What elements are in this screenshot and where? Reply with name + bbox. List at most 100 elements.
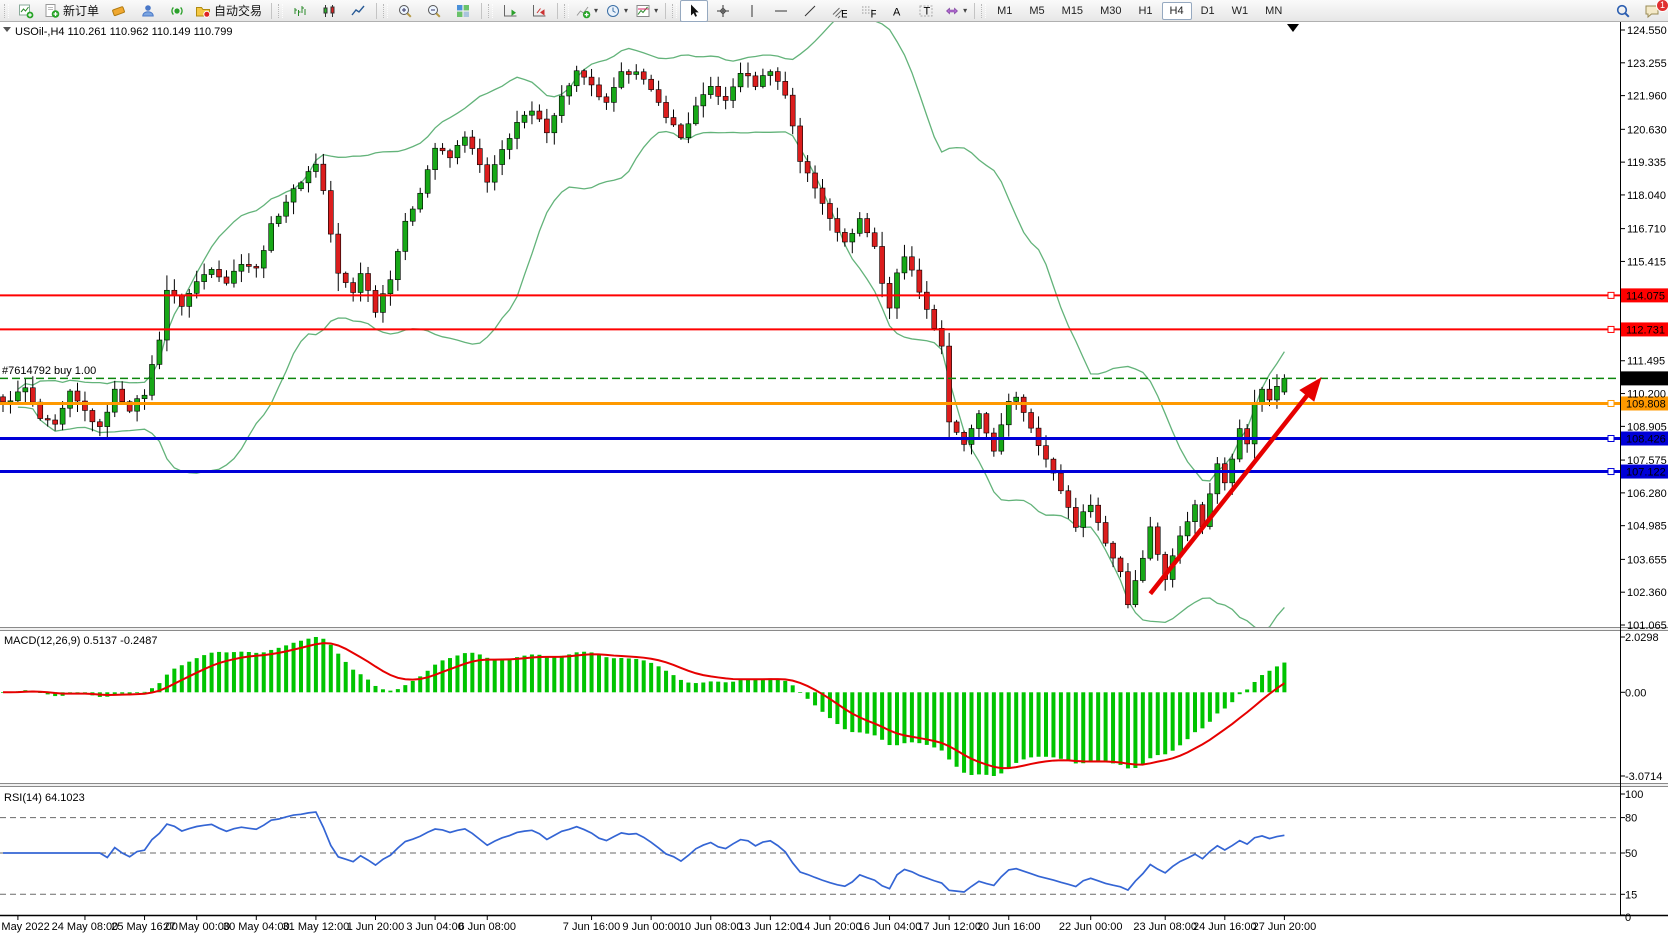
zoom-in-icon[interactable] <box>391 0 419 22</box>
time-tick-label: 3 Jun 04:00 <box>406 921 464 933</box>
time-tick-label: 27 May 00:00 <box>163 921 230 933</box>
price-chip-label: 108.426 <box>1626 434 1666 446</box>
label-icon[interactable]: T <box>912 0 940 22</box>
svg-text:T: T <box>924 5 931 17</box>
line-chart-icon <box>350 3 366 19</box>
market-watch-icon[interactable] <box>163 0 191 22</box>
toolbar-grip <box>672 4 677 18</box>
search-icon <box>1615 3 1631 19</box>
rsi-line <box>3 812 1284 892</box>
metaeditor-icon[interactable] <box>105 0 133 22</box>
timeframe-button-d1[interactable]: D1 <box>1193 2 1223 20</box>
price-tick-label: 123.255 <box>1627 58 1667 70</box>
time-tick-label: 9 Jun 00:00 <box>622 921 680 933</box>
chevron-down-icon: ▾ <box>963 7 967 15</box>
zoom-in-icon <box>397 3 413 19</box>
toolbar-separator <box>557 3 558 19</box>
time-tick-label: 31 May 12:00 <box>283 921 350 933</box>
hline-handle[interactable] <box>1608 436 1614 442</box>
svg-text:E: E <box>841 8 847 19</box>
timeframe-button-m1[interactable]: M1 <box>989 2 1020 20</box>
channel-icon[interactable]: E <box>825 0 853 22</box>
time-tick-label: 6 Jun 08:00 <box>459 921 517 933</box>
candle-chart-icon <box>321 3 337 19</box>
zoom-out-icon[interactable] <box>420 0 448 22</box>
autotrade-icon <box>195 3 211 19</box>
tile-windows-icon[interactable] <box>449 0 477 22</box>
timeframe-button-h4[interactable]: H4 <box>1162 2 1192 20</box>
timeframe-button-m15[interactable]: M15 <box>1054 2 1091 20</box>
search-icon[interactable] <box>1609 0 1637 22</box>
timeframe-button-m30[interactable]: M30 <box>1092 2 1129 20</box>
price-tick-label: 101.065 <box>1627 620 1667 632</box>
chart-autoscroll-icon[interactable] <box>525 0 553 22</box>
cursor-icon[interactable] <box>680 0 708 22</box>
chart-canvas[interactable]: 114.075112.731109.808108.426107.122110.7… <box>0 0 1668 936</box>
objects-layer <box>0 292 1620 593</box>
market-watch-icon <box>169 3 185 19</box>
hline-handle[interactable] <box>1608 292 1614 298</box>
timeframe-button-w1[interactable]: W1 <box>1224 2 1257 20</box>
text-icon: A <box>889 3 905 19</box>
chart-title: USOil-,H4 110.261 110.962 110.149 110.79… <box>15 26 233 38</box>
price-tick-label: 116.710 <box>1627 224 1666 236</box>
price-tick-label: 119.335 <box>1627 157 1666 169</box>
toolbar-separator <box>271 3 272 19</box>
vline-icon[interactable] <box>738 0 766 22</box>
one-click-collapse-icon[interactable] <box>3 27 11 32</box>
hline-handle[interactable] <box>1608 400 1614 406</box>
candle-chart-icon[interactable] <box>315 0 343 22</box>
autotrade-label: 自动交易 <box>214 2 264 19</box>
rsi-tick-label: 100 <box>1625 789 1643 801</box>
new-chart-icon <box>18 3 34 19</box>
trendline-icon <box>802 3 818 19</box>
time-tick-label: 7 Jun 16:00 <box>563 921 621 933</box>
new-order-icon <box>44 3 60 19</box>
hline-icon[interactable] <box>767 0 795 22</box>
navigator-icon[interactable] <box>134 0 162 22</box>
bar-chart-icon[interactable] <box>286 0 314 22</box>
chat-icon[interactable]: 1 <box>1638 0 1666 22</box>
notification-badge: 1 <box>1656 0 1668 12</box>
new-order-button[interactable]: 新订单 <box>41 0 104 22</box>
shapes-icon[interactable]: ▾ <box>941 0 970 22</box>
price-tick-label: 118.040 <box>1627 190 1666 202</box>
trendline-icon[interactable] <box>796 0 824 22</box>
new-chart-icon[interactable] <box>12 0 40 22</box>
main-price-panel[interactable] <box>1 12 1287 630</box>
shapes-icon <box>944 3 960 19</box>
indicators-add-icon[interactable]: ▾ <box>572 0 601 22</box>
macd-label: MACD(12,26,9) 0.5137 -0.2487 <box>4 635 157 647</box>
axes-layer: 114.075112.731109.808108.426107.122110.7… <box>0 22 1668 933</box>
svg-text:A: A <box>893 6 901 18</box>
macd-panel[interactable] <box>1 637 1286 776</box>
price-tick-label: 103.655 <box>1627 554 1667 566</box>
periods-icon[interactable]: ▾ <box>602 0 631 22</box>
timeframe-button-h1[interactable]: H1 <box>1130 2 1160 20</box>
text-icon[interactable]: A <box>883 0 911 22</box>
timeframe-button-m5[interactable]: M5 <box>1021 2 1052 20</box>
hline-handle[interactable] <box>1608 326 1614 332</box>
line-chart-icon[interactable] <box>344 0 372 22</box>
rsi-panel[interactable] <box>0 812 1620 894</box>
rsi-tick-label: 50 <box>1625 848 1637 860</box>
terminal-window: 新订单 自动交易 ▾ ▾ ▾ EFA T ▾ M1M5M15M30H1H4D1W1MN 1 USO… <box>0 0 1668 936</box>
trend-arrow[interactable] <box>1150 391 1310 593</box>
zoom-out-icon <box>426 3 442 19</box>
toolbar-grip <box>4 4 9 18</box>
hline-handle[interactable] <box>1608 469 1614 475</box>
channel-icon: E <box>831 3 847 19</box>
tile-windows-icon <box>455 3 471 19</box>
time-tick-label: 14 Jun 20:00 <box>798 921 862 933</box>
bar-chart-icon <box>292 3 308 19</box>
price-tick-label: 102.360 <box>1627 587 1667 599</box>
crosshair-icon[interactable] <box>709 0 737 22</box>
chevron-down-icon: ▾ <box>624 7 628 15</box>
time-tick-label: 23 May 2022 <box>0 921 50 933</box>
fibonacci-icon[interactable]: F <box>854 0 882 22</box>
chart-shift-icon[interactable] <box>496 0 524 22</box>
templates-icon[interactable]: ▾ <box>632 0 661 22</box>
timeframe-button-mn[interactable]: MN <box>1257 2 1290 20</box>
autotrade-button[interactable]: 自动交易 <box>192 0 267 22</box>
chart-shift-marker-icon[interactable] <box>1287 24 1299 32</box>
